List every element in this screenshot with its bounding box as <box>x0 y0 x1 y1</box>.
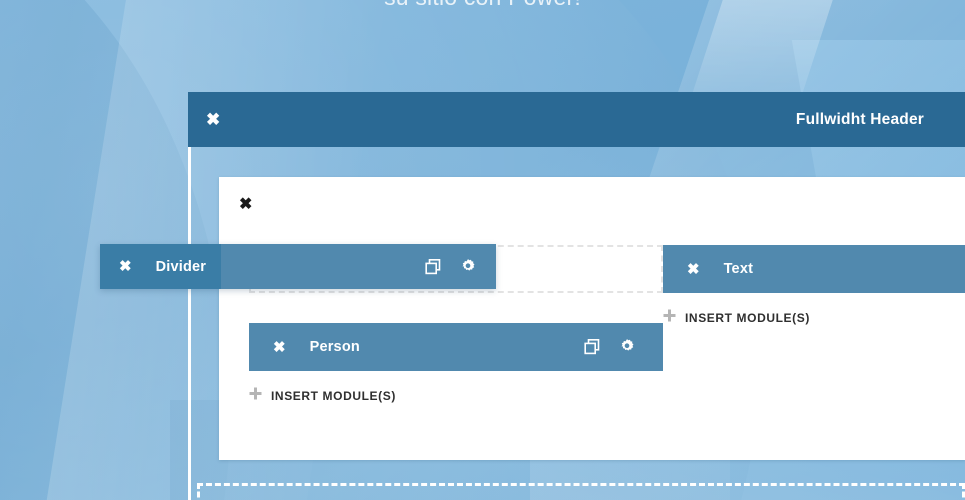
row-panel: ✖ ✖ Person INSERT MODULE(S) ✖ Text INSER… <box>219 177 965 460</box>
close-icon[interactable]: ✖ <box>119 259 132 274</box>
section-drop-zone[interactable] <box>197 483 965 500</box>
module-tools <box>582 338 636 357</box>
column-right: ✖ Text INSERT MODULE(S) <box>663 245 965 327</box>
module-tools <box>423 257 477 276</box>
module-text[interactable]: ✖ Text <box>663 245 965 293</box>
insert-modules-label: INSERT MODULE(S) <box>271 389 396 403</box>
module-label: Person <box>309 339 360 355</box>
vertical-alignment-guide <box>188 144 191 500</box>
insert-modules-left[interactable]: INSERT MODULE(S) <box>249 387 663 405</box>
hero-headline: su sitio con Power! <box>0 0 965 11</box>
section-title: Fullwidht Header <box>795 110 924 128</box>
module-label: Text <box>723 261 754 277</box>
close-icon[interactable]: ✖ <box>687 262 700 277</box>
close-icon[interactable]: ✖ <box>239 197 252 213</box>
duplicate-icon[interactable] <box>582 338 601 357</box>
gear-icon[interactable] <box>617 338 636 357</box>
module-label: Divider <box>155 258 207 275</box>
gear-icon[interactable] <box>458 257 477 276</box>
insert-modules-right[interactable]: INSERT MODULE(S) <box>663 309 965 327</box>
close-icon[interactable]: ✖ <box>273 340 286 355</box>
builder-canvas: su sitio con Power! ✖ Fullwidht Header ✖… <box>0 0 965 500</box>
plus-icon <box>249 387 262 405</box>
module-person[interactable]: ✖ Person <box>249 323 663 371</box>
insert-modules-label: INSERT MODULE(S) <box>685 311 810 325</box>
duplicate-icon[interactable] <box>423 257 442 276</box>
close-icon[interactable]: ✖ <box>206 111 220 128</box>
section-header-bar[interactable]: ✖ Fullwidht Header <box>188 92 965 147</box>
plus-icon <box>663 309 676 327</box>
dragged-module-divider[interactable]: ✖ Divider <box>100 244 496 289</box>
